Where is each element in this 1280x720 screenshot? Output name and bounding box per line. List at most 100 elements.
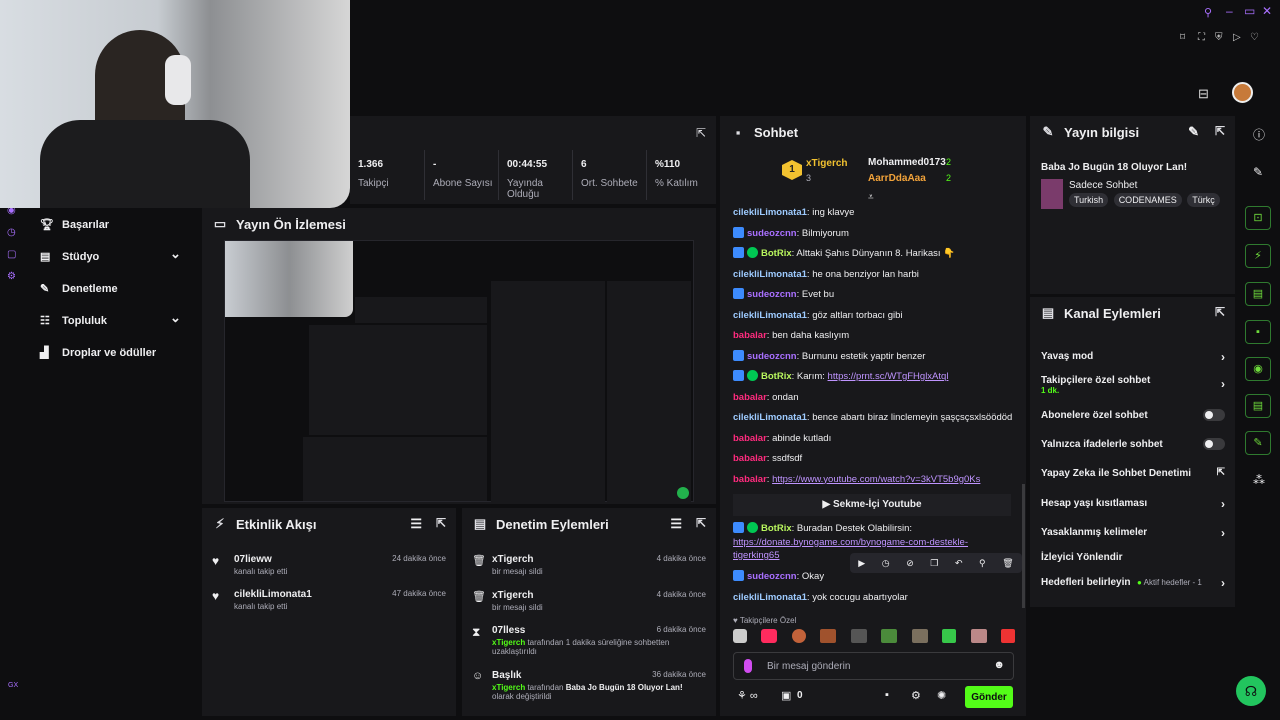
screenshot-icon[interactable]: ⛶ xyxy=(1198,32,1205,43)
gear-icon[interactable]: ⚙ xyxy=(911,689,921,702)
tool-bolt-icon[interactable]: ⚡︎ xyxy=(1245,244,1271,268)
filter-icon[interactable]: ☰ xyxy=(410,516,422,532)
chat-user[interactable]: babalar xyxy=(733,433,767,444)
chat-user[interactable]: sudeozcnn xyxy=(747,351,797,362)
filter-icon[interactable]: ☰ xyxy=(670,516,682,532)
sidebar-item-achievements[interactable]: 🏆︎ Başarılar xyxy=(40,218,190,232)
info-icon[interactable]: ⓘ xyxy=(1253,126,1265,143)
preview-video[interactable] xyxy=(224,240,694,503)
bookmark-icon[interactable]: ⌑ xyxy=(1180,32,1185,43)
chat-scrollbar[interactable] xyxy=(1022,484,1025,608)
emote-icon[interactable] xyxy=(733,629,747,643)
popout-icon[interactable]: ⇱ xyxy=(1215,305,1225,319)
emoji-icon[interactable]: ☻ xyxy=(993,659,1005,671)
emote-icon[interactable] xyxy=(942,629,957,643)
chat-link[interactable]: https://prnt.sc/WTgFHglxAtql xyxy=(828,371,949,382)
emote-icon[interactable] xyxy=(761,629,778,643)
avatar[interactable] xyxy=(1232,82,1253,103)
chat-user[interactable]: cilekliLimonata1 xyxy=(733,412,807,423)
trash-icon[interactable]: 🗑︎ xyxy=(1002,558,1013,569)
tool-notes-icon[interactable]: ▤ xyxy=(1245,282,1271,306)
sidebar-item-moderation[interactable]: ✎ Denetleme xyxy=(40,282,190,296)
chat-user[interactable]: cilekliLimonata1 xyxy=(733,310,807,321)
clock-icon[interactable]: ◷ xyxy=(7,227,16,238)
chat-settings-icon[interactable]: ▪ xyxy=(885,689,889,701)
chat-user[interactable]: sudeozcnn xyxy=(747,571,797,582)
action-goals[interactable]: Hedefleri belirleyin ● Aktif hedefler - … xyxy=(1041,576,1225,590)
emote-icon[interactable] xyxy=(881,629,898,643)
popout-icon[interactable]: ⇱ xyxy=(696,516,706,530)
chat-user[interactable]: BotRix xyxy=(761,371,792,382)
tag[interactable]: Turkish xyxy=(1069,193,1109,207)
chat-user[interactable]: babalar xyxy=(733,453,767,464)
shield-icon[interactable]: ⛨ xyxy=(1215,32,1223,43)
tool-broadcast-icon[interactable]: ◉ xyxy=(1245,357,1271,381)
ban-icon[interactable]: ⊘ xyxy=(906,558,914,569)
tool-wrench-icon[interactable]: ✎ xyxy=(1245,431,1271,455)
tag[interactable]: CODENAMES xyxy=(1113,193,1182,207)
emote-icon[interactable] xyxy=(911,629,928,643)
action-account-age[interactable]: Hesap yaşı kısıtlaması › xyxy=(1041,497,1225,511)
send-button[interactable]: Gönder xyxy=(965,686,1013,708)
tool-screenshot-icon[interactable]: ⊡ xyxy=(1245,206,1271,230)
toggle-switch[interactable] xyxy=(1203,409,1225,421)
play-icon[interactable]: ▶ xyxy=(858,558,865,569)
clock-icon[interactable]: ◷ xyxy=(882,558,890,569)
pencil-icon[interactable]: ✎ xyxy=(1253,165,1263,179)
chat-user[interactable]: BotRix xyxy=(761,248,792,259)
emote-icon[interactable] xyxy=(850,629,867,643)
toggle-switch[interactable] xyxy=(1203,438,1225,450)
popout-icon[interactable]: ⇱ xyxy=(696,126,706,140)
tag[interactable]: Türkç xyxy=(1187,193,1220,207)
emote-icon[interactable] xyxy=(970,629,987,643)
chat-user[interactable]: cilekliLimonata1 xyxy=(733,269,807,280)
action-banned-words[interactable]: Yasaklanmış kelimeler › xyxy=(1041,526,1225,540)
chat-user[interactable]: BotRix xyxy=(761,523,792,534)
popout-icon[interactable]: ⇱ xyxy=(436,516,446,530)
gift-icon[interactable]: ▣ xyxy=(781,689,791,702)
action-ai-moderation[interactable]: Yapay Zeka ile Sohbet Denetimi ⇱ xyxy=(1041,467,1225,479)
action-slow-mode[interactable]: Yavaş mod › xyxy=(1041,350,1225,364)
chat-user[interactable]: babalar xyxy=(733,330,767,341)
undo-icon[interactable]: ↶ xyxy=(955,558,963,569)
chevron-down-icon[interactable]: ⩡ xyxy=(868,192,874,203)
action-followers-only[interactable]: Takipçilere özel sohbet 1 dk. › xyxy=(1041,375,1225,395)
emote-icon[interactable] xyxy=(791,629,806,643)
mic-icon[interactable] xyxy=(744,659,752,673)
popout-icon[interactable]: ⇱ xyxy=(1215,124,1225,138)
play-icon[interactable]: ▷ xyxy=(1233,32,1241,43)
tool-actions-icon[interactable]: ▤ xyxy=(1245,394,1271,418)
chat-icon[interactable]: ▢ xyxy=(7,249,16,260)
sidebar-item-community[interactable]: ☷ Topluluk ⌄ xyxy=(40,310,190,327)
emote-icon[interactable] xyxy=(820,629,837,643)
action-raid[interactable]: İzleyici Yönlendir xyxy=(1041,552,1225,563)
heart-icon[interactable]: ♡ xyxy=(1250,32,1259,43)
edit-icon[interactable]: ✎ xyxy=(1188,124,1199,140)
close-icon[interactable]: ✕ xyxy=(1262,4,1272,18)
search-icon[interactable]: ⚲ xyxy=(1204,6,1212,19)
sidebar-item-drops[interactable]: ▟ Droplar ve ödüller xyxy=(40,346,190,360)
action-subscribers-only[interactable]: Abonelere özel sohbet xyxy=(1041,409,1225,421)
apps-icon[interactable]: ⁂ xyxy=(1253,473,1265,487)
chat-link[interactable]: https://www.youtube.com/watch?v=3kVT5b9g… xyxy=(772,474,980,485)
emote-menu-icon[interactable]: ✺ xyxy=(937,689,946,702)
minimize-icon[interactable]: – xyxy=(1226,4,1233,18)
tool-chat-icon[interactable]: ▪ xyxy=(1245,320,1271,344)
action-emotes-only[interactable]: Yalnızca ifadelerle sohbet xyxy=(1041,438,1225,450)
chat-user[interactable]: sudeozcnn xyxy=(747,228,797,239)
points-icon[interactable]: ⚘ ∞ xyxy=(737,689,758,702)
chat-user[interactable]: cilekliLimonata1 xyxy=(733,592,807,603)
sidebar-item-studio[interactable]: ▤ Stüdyo ⌄ xyxy=(40,246,190,263)
chat-input[interactable]: Bir mesaj gönderin ☻ xyxy=(733,652,1014,680)
pin-icon[interactable]: ⚲ xyxy=(979,558,986,569)
chat-user[interactable]: cilekliLimonata1 xyxy=(733,207,807,218)
dashboard-icon[interactable]: ⊟ xyxy=(1198,86,1209,102)
help-icon[interactable]: ☊ xyxy=(1236,676,1266,706)
maximize-icon[interactable]: ▭ xyxy=(1244,4,1255,18)
chat-user[interactable]: sudeozcnn xyxy=(747,289,797,300)
copy-icon[interactable]: ❐ xyxy=(930,558,938,569)
settings-icon[interactable]: ⚙ xyxy=(7,271,16,282)
chat-user[interactable]: babalar xyxy=(733,392,767,403)
chat-user[interactable]: babalar xyxy=(733,474,767,485)
youtube-button[interactable]: ▶ Sekme-İçi Youtube xyxy=(733,494,1011,516)
